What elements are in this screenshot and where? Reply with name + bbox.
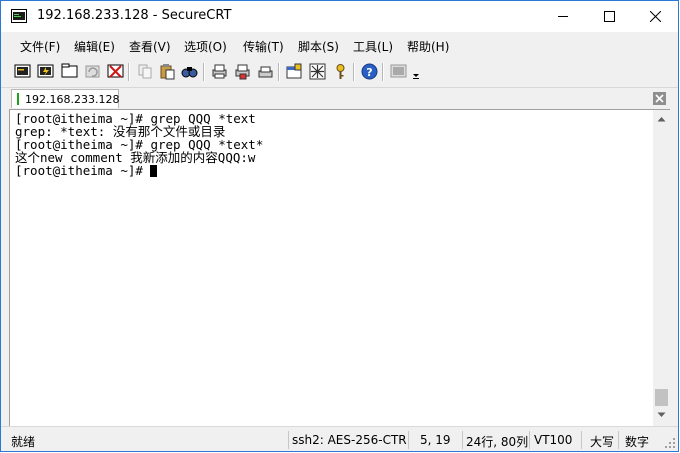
scroll-thumb[interactable] (655, 389, 668, 406)
session-status-indicator (17, 93, 19, 105)
maximize-icon (604, 11, 615, 22)
menu-tools[interactable]: 工具(L) (353, 38, 393, 55)
global-options-icon[interactable] (309, 63, 326, 80)
menu-file[interactable]: 文件(F) (20, 38, 60, 55)
title-bar[interactable]: 192.168.233.128 - SecureCRT (1, 1, 678, 32)
scroll-up-arrow-icon[interactable] (657, 116, 666, 122)
close-button[interactable] (633, 1, 678, 32)
svg-text:?: ? (366, 66, 372, 79)
session-options-icon[interactable] (286, 63, 303, 80)
terminal-prompt: [root@itheima ~]# (15, 163, 151, 178)
reconnect-icon[interactable] (84, 63, 101, 80)
securecrt-window: 192.168.233.128 - SecureCRT 文件(F) 编辑(E) … (0, 0, 679, 452)
sftp-icon[interactable] (390, 63, 407, 80)
print-setup-icon[interactable] (234, 63, 251, 80)
menu-bar: 文件(F) 编辑(E) 查看(V) 选项(O) 传输(T) 脚本(S) 工具(L… (1, 34, 678, 58)
menu-edit[interactable]: 编辑(E) (74, 38, 115, 55)
status-bar: 就绪 ssh2: AES-256-CTR 5, 19 24行, 80列 VT10… (1, 426, 678, 451)
session-tab-label: 192.168.233.128 (25, 93, 120, 106)
close-tab-icon (655, 94, 664, 103)
maximize-button[interactable] (587, 1, 633, 32)
quick-connect-icon[interactable] (37, 63, 54, 80)
disconnect-icon[interactable] (107, 63, 124, 80)
print-icon[interactable] (211, 63, 228, 80)
terminal-prompt-line: [root@itheima ~]# (15, 163, 158, 178)
status-terminal-size: 24行, 80列 (466, 435, 529, 449)
print-selection-icon[interactable] (257, 63, 274, 80)
connect-icon[interactable] (14, 63, 31, 80)
window-title: 192.168.233.128 - SecureCRT (37, 8, 232, 23)
status-cursor-position: 5, 19 (420, 433, 451, 447)
find-icon[interactable] (181, 63, 198, 80)
minimize-button[interactable] (541, 1, 587, 32)
status-emulation: VT100 (534, 433, 573, 447)
vertical-scrollbar[interactable] (653, 109, 670, 426)
scroll-down-arrow-icon[interactable] (657, 412, 666, 418)
toolbar: ? (1, 58, 678, 86)
status-caps-lock: 大写 (590, 435, 615, 449)
status-ready: 就绪 (11, 435, 36, 449)
paste-icon[interactable] (159, 63, 176, 80)
help-icon[interactable]: ? (361, 63, 378, 80)
toolbar-overflow-icon[interactable] (411, 63, 421, 80)
status-cipher: ssh2: AES-256-CTR (292, 433, 407, 447)
minimize-icon (558, 16, 568, 17)
menu-view[interactable]: 查看(V) (129, 38, 171, 55)
terminal-cursor (150, 165, 158, 177)
securecrt-app-icon (11, 9, 27, 23)
session-tab-bar: 192.168.233.128 (1, 87, 678, 110)
session-tab[interactable]: 192.168.233.128 (11, 89, 119, 108)
terminal-area[interactable]: [root@itheima ~]# grep QQQ *text grep: *… (9, 109, 653, 426)
keymap-icon[interactable] (332, 63, 349, 80)
resize-grip-icon[interactable] (664, 437, 676, 449)
close-tab-button[interactable] (653, 92, 666, 105)
connect-in-tab-icon[interactable] (61, 63, 78, 80)
close-icon (650, 11, 661, 22)
menu-transfer[interactable]: 传输(T) (243, 38, 284, 55)
menu-options[interactable]: 选项(O) (184, 38, 227, 55)
menu-script[interactable]: 脚本(S) (298, 38, 339, 55)
copy-icon[interactable] (137, 63, 154, 80)
status-num-lock: 数字 (625, 435, 650, 449)
menu-help[interactable]: 帮助(H) (407, 38, 449, 55)
